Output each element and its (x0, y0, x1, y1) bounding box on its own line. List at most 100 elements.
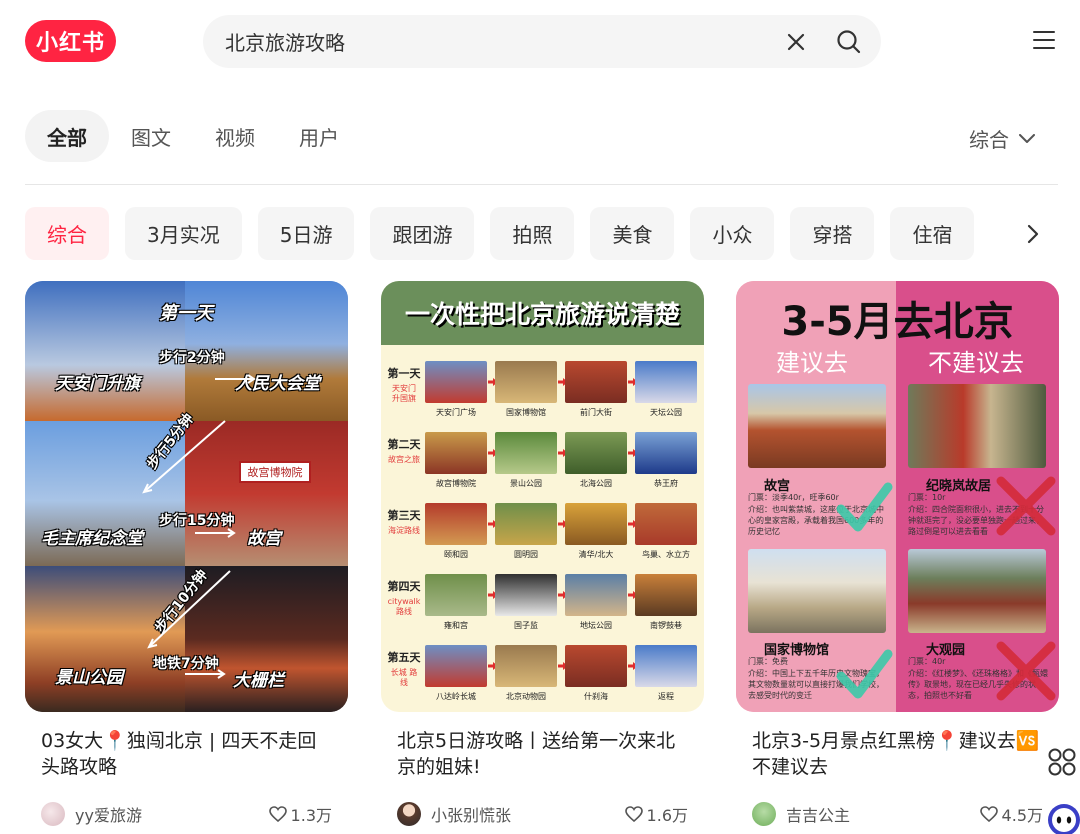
spot-thumbnail (635, 645, 697, 687)
chip-5day[interactable]: 5日游 (257, 207, 355, 260)
grid-icon[interactable] (1045, 745, 1079, 779)
day-route: 故宫之旅 (388, 455, 420, 464)
spot-thumbnail (495, 645, 557, 687)
tab-notes[interactable]: 图文 (109, 110, 193, 162)
spot-thumbnail (565, 645, 627, 687)
itinerary-day: 第四天 citywalk 路线 (387, 578, 421, 617)
spot-thumbnail (495, 574, 557, 616)
spot-thumbnail (565, 432, 627, 474)
spot-thumbnail (425, 503, 487, 545)
spot-caption: 鸟巢、水立方 (642, 550, 690, 559)
author-name[interactable]: yy爱旅游 (75, 802, 269, 826)
day-route: 天安门 升国旗 (392, 384, 416, 403)
note-meta: 吉吉公主 4.5万 (736, 802, 1059, 826)
spot-thumbnail (425, 574, 487, 616)
chevron-down-icon (1019, 133, 1035, 143)
spot-caption: 什刹海 (584, 692, 608, 701)
spot-caption: 清华/北大 (578, 550, 614, 559)
note-card[interactable]: 故宫博物院 第一天 步行2分钟 天安门升旗 人民大会堂 步行5分钟 步行15分钟… (25, 281, 348, 826)
like-button[interactable]: 1.6万 (624, 802, 688, 826)
clear-icon[interactable] (783, 29, 809, 55)
note-card[interactable]: 一次性把北京旅游说清楚 第一天 天安门 升国旗 天安门广场 国家博物馆 前门大街 天坛公园… (381, 281, 704, 826)
note-title[interactable]: 03女大📍独闯北京 | 四天不走回头路攻略 (25, 728, 348, 780)
tab-users[interactable]: 用户 (277, 110, 361, 162)
spot-caption: 八达岭长城 (436, 692, 476, 701)
day-label: 第三天 (387, 509, 421, 522)
divider (25, 184, 1058, 185)
spot-caption: 地坛公园 (580, 621, 612, 630)
spot-thumbnail (495, 361, 557, 403)
author-name[interactable]: 吉吉公主 (786, 802, 980, 826)
day-label: 第四天 (387, 580, 421, 593)
spot-thumbnail (495, 503, 557, 545)
tab-all[interactable]: 全部 (25, 110, 109, 162)
avatar[interactable] (752, 802, 776, 826)
route-arrows (142, 374, 256, 679)
chip-tour[interactable]: 跟团游 (370, 207, 475, 260)
day-label: 第二天 (387, 438, 421, 451)
search-input[interactable] (225, 29, 785, 54)
spot-thumbnail (635, 361, 697, 403)
itinerary-day: 第二天 故宫之旅 (387, 436, 421, 465)
spot-caption: 天安门广场 (436, 408, 476, 417)
note-cover[interactable]: 故宫博物院 第一天 步行2分钟 天安门升旗 人民大会堂 步行5分钟 步行15分钟… (25, 281, 348, 712)
check-cross-marks (836, 476, 1056, 701)
note-title[interactable]: 北京5日游攻略丨送给第一次来北京的姐妹! (381, 728, 704, 780)
spot-thumbnail (565, 574, 627, 616)
note-cover[interactable]: 3-5月去北京 建议去 不建议去 故宫 纪晓岚故居 门票：淡季40r，旺季60r… (736, 281, 1059, 712)
note-title[interactable]: 北京3-5月景点红黑榜📍建议去🆚不建议去 (736, 728, 1059, 780)
chips-next-button[interactable] (1003, 207, 1063, 260)
note-cover[interactable]: 一次性把北京旅游说清楚 第一天 天安门 升国旗 天安门广场 国家博物馆 前门大街 天坛公园… (381, 281, 704, 712)
spot-caption: 北京动物园 (506, 692, 546, 701)
cover-banner: 一次性把北京旅游说清楚 (381, 281, 704, 345)
spot-thumbnail (425, 361, 487, 403)
search-bar[interactable] (203, 15, 881, 68)
like-count: 1.6万 (646, 806, 688, 825)
sort-label: 综合 (969, 128, 1009, 152)
chip-comprehensive[interactable]: 综合 (25, 207, 109, 260)
spot-thumbnail (635, 503, 697, 545)
spot-caption: 返程 (658, 692, 674, 701)
spot-thumbnail (565, 361, 627, 403)
spot-caption: 雍和宫 (444, 621, 468, 630)
chip-photo[interactable]: 拍照 (490, 207, 575, 260)
sort-dropdown[interactable]: 综合 (969, 124, 1035, 153)
spot-caption: 南锣鼓巷 (650, 621, 682, 630)
chip-stay[interactable]: 住宿 (890, 207, 975, 260)
spot-thumbnail (425, 432, 487, 474)
spot-caption: 景山公园 (510, 479, 542, 488)
spot-caption: 颐和园 (444, 550, 468, 559)
spot-caption: 恭王府 (654, 479, 678, 488)
day-label: 第一天 (387, 367, 421, 380)
spot-caption: 天坛公园 (650, 408, 682, 417)
author-name[interactable]: 小张别慌张 (431, 802, 625, 826)
logo[interactable]: 小红书 (25, 20, 116, 62)
like-count: 1.3万 (290, 806, 332, 825)
chip-niche[interactable]: 小众 (690, 207, 775, 260)
bot-icon[interactable] (1046, 802, 1080, 834)
spot-caption: 国家博物馆 (506, 408, 546, 417)
itinerary-day: 第一天天安门 升国旗 (387, 365, 421, 404)
spot-caption: 北海公园 (580, 479, 612, 488)
like-button[interactable]: 4.5万 (979, 802, 1043, 826)
avatar[interactable] (41, 802, 65, 826)
chip-food[interactable]: 美食 (590, 207, 675, 260)
day-route: 海淀路线 (388, 526, 420, 535)
avatar[interactable] (397, 802, 421, 826)
day-label: 第五天 (387, 651, 421, 664)
spot-caption: 圆明园 (514, 550, 538, 559)
menu-icon[interactable] (1033, 30, 1055, 50)
heart-icon (268, 806, 287, 822)
note-meta: 小张别慌张 1.6万 (381, 802, 704, 826)
itinerary-day: 第五天 长城 路线 (387, 649, 421, 688)
note-card[interactable]: 3-5月去北京 建议去 不建议去 故宫 纪晓岚故居 门票：淡季40r，旺季60r… (736, 281, 1059, 826)
itinerary-day: 第三天 海淀路线 (387, 507, 421, 536)
filter-chips: 综合 3月实况 5日游 跟团游 拍照 美食 小众 穿搭 住宿 (25, 207, 975, 260)
chip-march[interactable]: 3月实况 (125, 207, 242, 260)
like-button[interactable]: 1.3万 (268, 802, 332, 826)
search-icon[interactable] (835, 28, 863, 56)
note-meta: yy爱旅游 1.3万 (25, 802, 348, 826)
day-route: citywalk 路线 (387, 597, 421, 616)
chip-outfit[interactable]: 穿搭 (790, 207, 875, 260)
tab-videos[interactable]: 视频 (193, 110, 277, 162)
